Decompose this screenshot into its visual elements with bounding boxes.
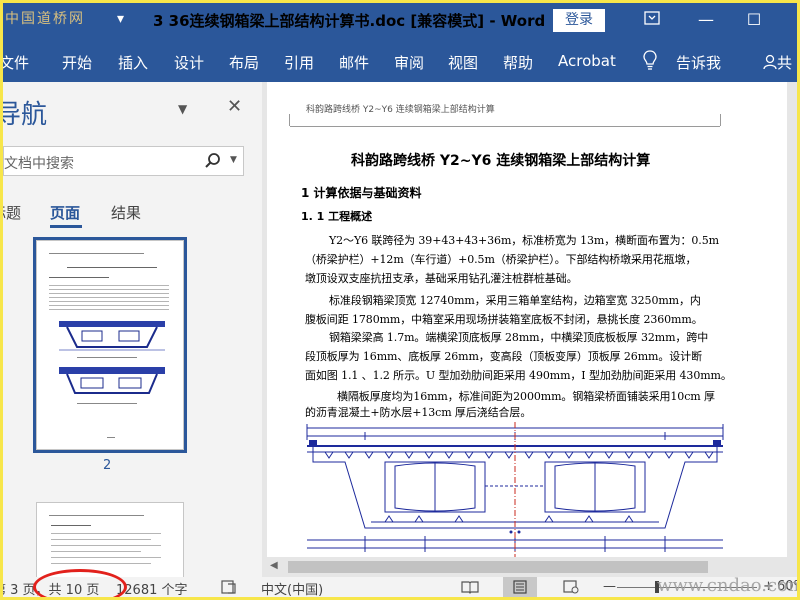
page-corner-mark bbox=[720, 114, 721, 126]
tab-acrobat[interactable]: Acrobat bbox=[558, 52, 616, 70]
search-input[interactable]: 文档中搜索 bbox=[4, 153, 74, 173]
header-rule bbox=[290, 126, 720, 127]
nav-pane-title: 导航 bbox=[3, 100, 48, 130]
paragraph-line: 段顶板厚为 16mm、底板厚 26mm，变高段（顶板变厚）顶板厚 26mm。设计… bbox=[305, 350, 702, 363]
navigation-pane: 导航 ▼ ✕ 文档中搜索 ▼ 标题 页面 结果 bbox=[3, 82, 262, 582]
document-title: 科韵路跨线桥 Y2~Y6 连续钢箱梁上部结构计算 bbox=[351, 153, 651, 169]
search-icon[interactable] bbox=[204, 152, 222, 170]
page-corner-mark bbox=[289, 114, 290, 126]
paragraph-line: Y2～Y6 联跨径为 39+43+43+36m，标准桥宽为 13m，横断面布置为… bbox=[329, 234, 719, 247]
site-watermark-bottom: www.cndao.com bbox=[657, 575, 797, 596]
paragraph-line: 墩顶设双支座抗扭支承，基础采用钻孔灌注桩群桩基础。 bbox=[305, 272, 578, 285]
tab-view[interactable]: 视图 bbox=[448, 52, 478, 73]
share-button[interactable]: 共 bbox=[763, 52, 792, 73]
nav-search-box[interactable]: 文档中搜索 ▼ bbox=[3, 146, 244, 176]
scroll-left-icon[interactable]: ◀ bbox=[270, 560, 278, 571]
paragraph-line: 面如图 1.1 、1.2 所示。U 型加劲肋间距采用 490mm，I 型加劲肋间… bbox=[305, 369, 732, 382]
tab-headings[interactable]: 标题 bbox=[3, 202, 21, 223]
lightbulb-icon[interactable] bbox=[643, 50, 657, 70]
heading-2: 1. 1 工程概述 bbox=[301, 210, 373, 223]
word-window: 中国道桥网 ▾ 3 36连续钢箱梁上部结构计算书.doc [兼容模式] - Wo… bbox=[3, 3, 797, 597]
tab-help[interactable]: 帮助 bbox=[503, 52, 533, 73]
title-bar: 中国道桥网 ▾ 3 36连续钢箱梁上部结构计算书.doc [兼容模式] - Wo… bbox=[3, 3, 797, 38]
tab-review[interactable]: 审阅 bbox=[394, 52, 424, 73]
thumbnail-drawing-2 bbox=[59, 367, 165, 394]
page-thumbnail-2[interactable] bbox=[33, 237, 187, 453]
horizontal-scrollbar[interactable]: ◀ bbox=[262, 557, 797, 577]
heading-1: 1 计算依据与基础资料 bbox=[301, 186, 422, 200]
document-page[interactable]: 科韵路跨线桥 Y2~Y6 连续钢箱梁上部结构计算 科韵路跨线桥 Y2~Y6 连续… bbox=[267, 82, 787, 557]
language-indicator[interactable]: 中文(中国) bbox=[261, 579, 323, 597]
paragraph-line: 横隔板厚度均为16mm，标准间距为2000mm。钢箱梁桥面铺装采用10cm 厚 bbox=[337, 390, 715, 403]
web-layout-icon[interactable] bbox=[563, 580, 579, 597]
thumbnail-drawing bbox=[59, 321, 165, 351]
tab-file[interactable]: 文件 bbox=[3, 52, 29, 73]
document-area[interactable]: 科韵路跨线桥 Y2~Y6 连续钢箱梁上部结构计算 科韵路跨线桥 Y2~Y6 连续… bbox=[262, 82, 797, 557]
tab-pages[interactable]: 页面 bbox=[50, 202, 80, 223]
cross-section-drawing bbox=[306, 422, 724, 557]
share-label: 共 bbox=[777, 54, 793, 72]
minimize-button[interactable]: — bbox=[693, 7, 719, 33]
paragraph-line: （桥梁护栏）+12m（车行道）+0.5m（桥梁护栏）。下部结构桥墩采用花瓶墩， bbox=[305, 253, 697, 266]
tab-insert[interactable]: 插入 bbox=[118, 52, 148, 73]
active-tab-indicator bbox=[50, 225, 82, 228]
tab-home[interactable]: 开始 bbox=[62, 52, 92, 73]
tab-results[interactable]: 结果 bbox=[111, 202, 141, 223]
close-icon[interactable]: ✕ bbox=[227, 96, 242, 117]
chevron-down-icon[interactable]: ▼ bbox=[230, 155, 237, 165]
tab-layout[interactable]: 布局 bbox=[229, 52, 259, 73]
nav-options-icon[interactable]: ▼ bbox=[178, 102, 187, 116]
site-watermark: 中国道桥网 bbox=[5, 11, 85, 27]
restore-button[interactable]: ☐ bbox=[741, 7, 767, 33]
paragraph-line: 标准段钢箱梁顶宽 12740mm，采用三箱单室结构，边箱室宽 3250mm，内 bbox=[329, 294, 701, 307]
ribbon-tabs: 文件 开始 插入 设计 布局 引用 邮件 审阅 视图 帮助 Acrobat 告诉… bbox=[3, 38, 797, 82]
proofing-icon[interactable] bbox=[221, 580, 237, 597]
red-highlight-circle bbox=[33, 569, 127, 597]
zoom-out-button[interactable]: — bbox=[603, 579, 616, 594]
read-mode-icon[interactable] bbox=[461, 580, 479, 597]
page-header: 科韵路跨线桥 Y2~Y6 连续钢箱梁上部结构计算 bbox=[306, 105, 495, 115]
ribbon-display-icon[interactable] bbox=[639, 7, 665, 33]
tell-me-search[interactable]: 告诉我 bbox=[676, 52, 721, 73]
thumbnail-page-number: 2 bbox=[103, 458, 112, 473]
login-button[interactable]: 登录 bbox=[553, 9, 605, 32]
print-layout-icon[interactable] bbox=[503, 577, 537, 597]
tab-mailings[interactable]: 邮件 bbox=[339, 52, 369, 73]
paragraph-line: 的沥青混凝土+防水层+13cm 厚后浇结合层。 bbox=[305, 406, 532, 419]
tab-references[interactable]: 引用 bbox=[284, 52, 314, 73]
vertical-scrollbar[interactable] bbox=[787, 82, 797, 557]
paragraph-line: 钢箱梁梁高 1.7m。端横梁顶底板厚 28mm，中横梁顶底板板厚 32mm，跨中 bbox=[329, 331, 709, 344]
tab-design[interactable]: 设计 bbox=[174, 52, 204, 73]
paragraph-line: 腹板间距 1780mm，中箱室采用现场拼装箱室底板不封闭，悬挑长度 2360mm… bbox=[305, 313, 703, 326]
window-title: 3 36连续钢箱梁上部结构计算书.doc [兼容模式] - Word bbox=[153, 12, 546, 30]
quick-access-dropdown-icon[interactable]: ▾ bbox=[117, 11, 124, 27]
scrollbar-thumb[interactable] bbox=[288, 561, 708, 573]
